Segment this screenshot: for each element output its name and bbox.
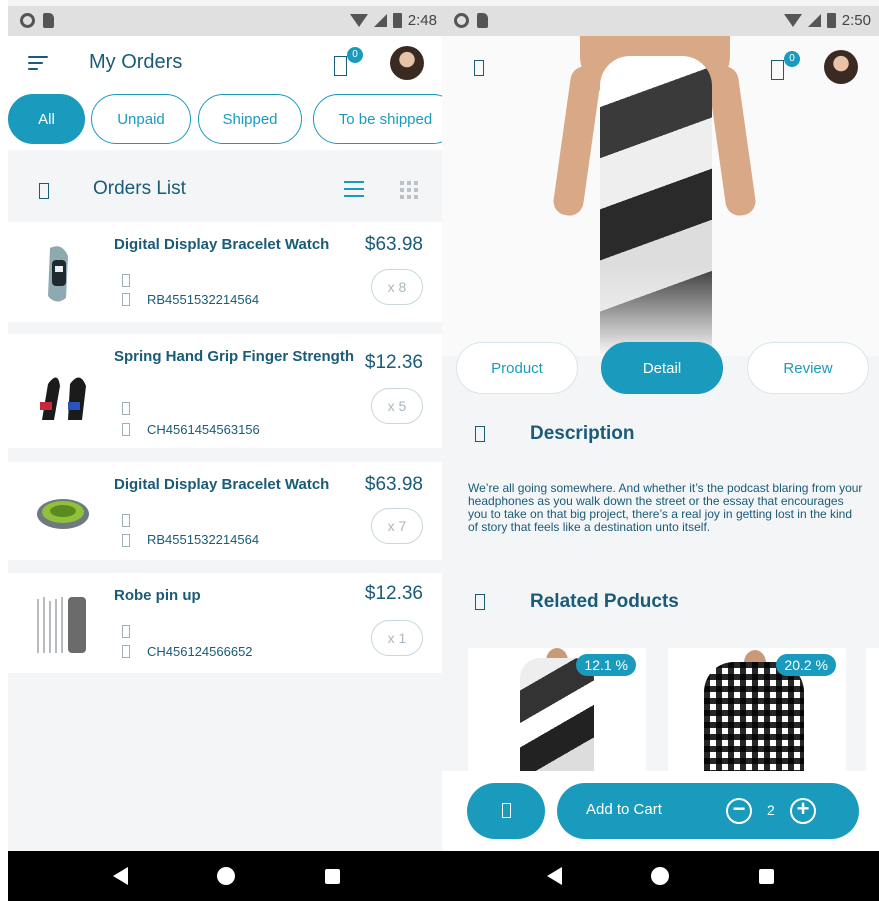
cart-badge: 0 <box>347 47 363 63</box>
favorite-button[interactable] <box>467 783 545 839</box>
hamburger-menu-icon[interactable] <box>28 56 48 74</box>
order-name: Robe pin up <box>114 587 201 604</box>
signal-icon <box>373 14 387 27</box>
order-item[interactable]: Robe pin up $12.36 CH456124566652 x 1 <box>8 573 445 673</box>
related-products-title: Related Poducts <box>530 591 679 612</box>
favorite-icon <box>502 803 511 818</box>
quantity-pill: x 1 <box>371 620 423 656</box>
battery-icon <box>392 13 402 28</box>
grid-view-icon[interactable] <box>400 181 418 199</box>
wifi-icon <box>783 14 802 27</box>
wifi-icon <box>349 14 368 27</box>
barcode-icon <box>122 293 130 306</box>
description-text: We’re all going somewhere. And whether i… <box>468 481 863 534</box>
tab-to-be-shipped[interactable]: To be shipped <box>313 94 445 144</box>
product-hero-image: 0 <box>442 36 879 356</box>
status-time: 2:50 <box>841 12 871 29</box>
related-product-image <box>704 662 804 772</box>
notification-circle-icon <box>454 13 469 28</box>
add-to-cart-label: Add to Cart <box>586 801 662 818</box>
battery-icon <box>826 13 836 28</box>
sim-card-icon <box>43 13 54 28</box>
order-item[interactable]: Digital Display Bracelet Watch $63.98 RB… <box>8 462 445 560</box>
quantity-pill: x 7 <box>371 508 423 544</box>
bracelet-watch-image <box>28 238 98 308</box>
quantity-value: 2 <box>767 802 775 818</box>
list-view-icon[interactable] <box>344 181 364 202</box>
order-price: $12.36 <box>364 583 423 604</box>
hand-grip-image <box>28 360 98 430</box>
tab-all[interactable]: All <box>8 94 85 144</box>
bottom-action-bar: Add to Cart − 2 + <box>442 771 879 851</box>
status-time: 2:48 <box>407 12 437 29</box>
related-product-card[interactable]: 20.2 % <box>668 648 846 772</box>
order-item[interactable]: Digital Display Bracelet Watch $63.98 RB… <box>8 222 445 322</box>
avatar[interactable] <box>390 46 424 80</box>
quantity-pill: x 5 <box>371 388 423 424</box>
avatar[interactable] <box>824 50 858 84</box>
order-price: $63.98 <box>364 234 423 255</box>
order-code: CH4561454563156 <box>147 422 260 437</box>
order-filter-tabs: All Unpaid Shipped To be shipped <box>8 92 445 150</box>
signal-icon <box>807 14 821 27</box>
order-code: RB4551532214564 <box>147 532 260 547</box>
tab-shipped[interactable]: Shipped <box>198 94 302 144</box>
back-icon[interactable] <box>546 867 562 885</box>
section-title: Orders List <box>93 178 186 199</box>
cart-icon[interactable] <box>334 56 347 76</box>
tab-detail[interactable]: Detail <box>601 342 723 394</box>
order-name: Digital Display Bracelet Watch <box>114 476 330 493</box>
discount-badge: 20.2 % <box>776 654 836 676</box>
recents-icon[interactable] <box>325 868 341 884</box>
order-name: Spring Hand Grip Finger Strength <box>114 348 354 365</box>
tab-unpaid[interactable]: Unpaid <box>91 94 191 144</box>
related-product-card-partial[interactable] <box>866 648 879 772</box>
orders-list-icon <box>39 183 49 199</box>
discount-badge: 12.1 % <box>576 654 636 676</box>
orders-list-header: Orders List <box>8 164 445 218</box>
order-item[interactable]: Spring Hand Grip Finger Strength $12.36 … <box>8 334 445 448</box>
orders-screen: 2:48 My Orders 0 All Unpaid Shipped To b… <box>8 0 445 901</box>
product-detail-screen: 2:50 0 Product Detail Review Description… <box>442 0 879 901</box>
quantity-pill: x 8 <box>371 269 423 305</box>
related-products-icon <box>475 594 485 610</box>
recents-icon[interactable] <box>759 868 775 884</box>
android-nav-bar <box>8 851 445 901</box>
description-icon <box>475 426 485 442</box>
notification-circle-icon <box>20 13 35 28</box>
plus-button[interactable]: + <box>790 798 816 824</box>
description-title: Description <box>530 423 635 444</box>
status-bar: 2:48 <box>8 6 445 36</box>
order-price: $63.98 <box>364 474 423 495</box>
cart-badge: 0 <box>784 51 800 67</box>
barcode-icon <box>122 534 130 547</box>
home-icon[interactable] <box>217 867 236 885</box>
add-to-cart-button[interactable]: Add to Cart − 2 + <box>557 783 859 839</box>
android-nav-bar <box>442 851 879 901</box>
order-code: RB4551532214564 <box>147 292 260 307</box>
collapsible-bowl-image <box>28 476 98 546</box>
order-name: Digital Display Bracelet Watch <box>114 236 330 253</box>
sim-card-icon <box>477 13 488 28</box>
back-arrow-icon[interactable] <box>474 60 484 76</box>
back-icon[interactable] <box>112 867 128 885</box>
tab-product[interactable]: Product <box>456 342 578 394</box>
calendar-icon <box>122 402 130 415</box>
order-code: CH456124566652 <box>147 644 253 659</box>
page-title: My Orders <box>89 51 183 73</box>
tab-review[interactable]: Review <box>747 342 869 394</box>
status-bar: 2:50 <box>442 6 879 36</box>
calendar-icon <box>122 625 130 638</box>
cart-icon[interactable] <box>771 60 784 80</box>
app-header: My Orders 0 <box>8 36 445 92</box>
home-icon[interactable] <box>651 867 670 885</box>
calendar-icon <box>122 514 130 527</box>
order-price: $12.36 <box>364 352 423 373</box>
barcode-icon <box>122 423 130 436</box>
minus-button[interactable]: − <box>726 798 752 824</box>
metal-straws-image <box>28 591 98 661</box>
barcode-icon <box>122 645 130 658</box>
related-product-card[interactable]: 12.1 % <box>468 648 646 772</box>
calendar-icon <box>122 274 130 287</box>
